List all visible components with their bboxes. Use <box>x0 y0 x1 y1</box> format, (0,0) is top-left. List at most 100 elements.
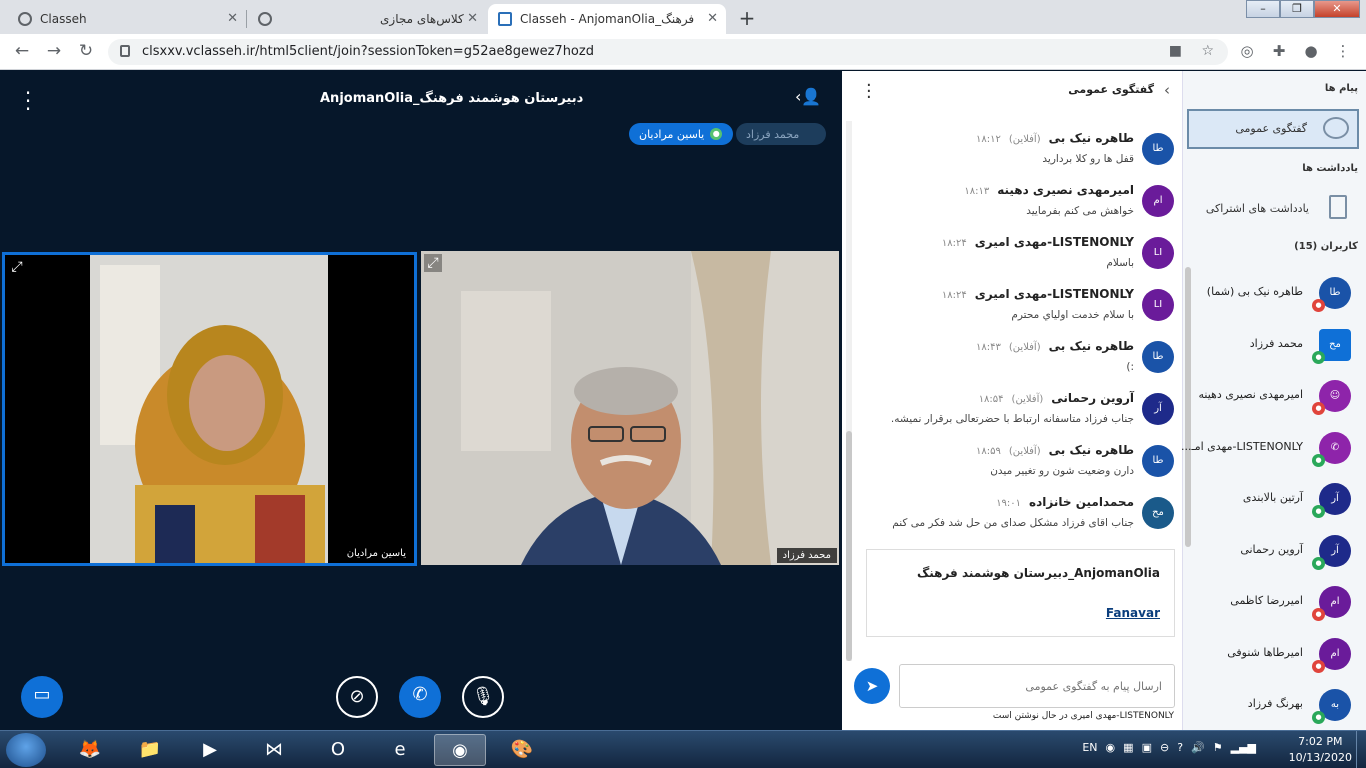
chat-scrollbar-thumb[interactable] <box>846 431 852 661</box>
message-text: :) <box>1126 361 1134 373</box>
fullscreen-icon[interactable]: ⤢ <box>8 258 26 276</box>
chat-message: طا طاهره نیک بی (آفلاین) ۱۸:۴۳:) <box>862 337 1174 387</box>
system-clock[interactable]: 7:02 PM 10/13/2020 <box>1289 734 1352 766</box>
minimize-button[interactable]: – <box>1246 0 1280 18</box>
sender-status: (آفلاین) <box>1008 134 1041 145</box>
user-list-item[interactable]: طا ● طاهره نیک بی (شما) <box>1183 269 1366 317</box>
paint-icon[interactable]: 🎨 <box>496 734 548 766</box>
user-list-toggle-icon[interactable]: ‹👤 <box>795 87 821 106</box>
video-tile-speaker[interactable]: ⤢ یاسین مرادیان <box>2 252 417 566</box>
flag-tray-icon[interactable]: ⚑ <box>1213 741 1223 754</box>
message-text: دارن وضعیت شون رو تغییر میدن <box>990 465 1134 477</box>
sender-status: (آفلاین) <box>1008 342 1041 353</box>
user-list-item[interactable]: آر ● آروین رحمانی <box>1183 527 1366 575</box>
clock-time: 7:02 PM <box>1298 735 1343 748</box>
show-desktop-button[interactable] <box>1356 731 1366 768</box>
media-player-icon[interactable]: ▶ <box>184 734 236 766</box>
file-explorer-icon[interactable]: 📁 <box>124 734 176 766</box>
avatar: ام <box>1142 185 1174 217</box>
close-tab-icon[interactable]: ✕ <box>227 11 238 26</box>
notes-heading: یادداشت ها <box>1302 163 1358 174</box>
send-message-button[interactable]: ➤ <box>854 668 890 704</box>
network-tray-icon[interactable]: ▦ <box>1123 741 1133 754</box>
browser-tab-bar: Classeh ✕ کلاس‌های مجازی ✕ Classeh - Anj… <box>0 0 1366 34</box>
clock-date: 10/13/2020 <box>1288 751 1352 764</box>
extensions-puzzle-icon[interactable]: ✚ <box>1270 42 1288 60</box>
user-list-item[interactable]: آر ● آرتین بالابندی <box>1183 475 1366 523</box>
camera-toggle-button[interactable]: ⊘ <box>336 676 378 718</box>
audio-status-icon: ● <box>1312 505 1325 518</box>
chat-header: · · · گفتگوی عمومی ‹ <box>842 71 1182 111</box>
globe-extension-icon[interactable]: ◎ <box>1238 42 1256 60</box>
public-chat-item[interactable]: گفتگوی عمومی <box>1187 109 1359 149</box>
user-name: طاهره نیک بی (شما) <box>1206 285 1303 298</box>
forward-icon[interactable]: → <box>42 41 66 61</box>
meeting-title: AnjomanOlia_دبیرستان هوشمند فرهنگ <box>320 91 584 106</box>
meeting-main-area: · · · AnjomanOlia_دبیرستان هوشمند فرهنگ ‹👤… <box>0 71 842 730</box>
user-list-item[interactable]: مح ● محمد فرزاد <box>1183 321 1366 369</box>
public-chat-panel: · · · گفتگوی عمومی ‹ طا طاهره نیک بی (آفلاین… <box>842 71 1182 730</box>
close-window-button[interactable]: ✕ <box>1314 0 1360 18</box>
firefox-icon[interactable]: 🦊 <box>64 734 116 766</box>
lock-icon <box>120 45 130 57</box>
chat-title: گفتگوی عمومی <box>1068 83 1154 96</box>
chrome-icon[interactable]: ◉ <box>434 734 486 766</box>
tab-separator <box>246 10 247 28</box>
user-list-item[interactable]: ✆ ● LISTENONLY-مهدی امـ... <box>1181 424 1366 472</box>
new-tab-button[interactable]: + <box>734 6 760 32</box>
message-text: با سلام خدمت اولیاي محترم <box>1011 309 1134 321</box>
leave-audio-button[interactable]: ✆ <box>399 676 441 718</box>
video-tile-teacher[interactable]: ⤢ محمد فرزاد <box>421 251 839 565</box>
close-tab-icon[interactable]: ✕ <box>467 11 478 26</box>
start-button[interactable] <box>6 733 46 767</box>
audio-status-icon: ● <box>1312 299 1325 312</box>
camera-blocked-icon[interactable]: ■ <box>1169 43 1182 59</box>
visual-studio-icon[interactable]: ⋈ <box>248 734 300 766</box>
chevron-left-icon[interactable]: ‹ <box>1164 81 1170 99</box>
fullscreen-icon[interactable]: ⤢ <box>424 254 442 272</box>
signal-tray-icon[interactable]: ▂▄▆ <box>1231 741 1256 754</box>
chrome-tray-icon[interactable]: ◉ <box>1106 741 1116 754</box>
back-icon[interactable]: ← <box>10 41 34 61</box>
user-list-item[interactable]: ام ● امیرطاها شنوفی <box>1183 630 1366 678</box>
options-menu-icon[interactable]: · · · <box>22 83 34 119</box>
chrome-menu-icon[interactable]: ⋮ <box>1334 42 1352 60</box>
tab-classeh-active[interactable]: Classeh - AnjomanOlia_فرهنگ ✕ <box>488 4 726 34</box>
user-list-item[interactable]: به ● بهرنگ فرزاد <box>1183 681 1366 729</box>
chat-message-input-box[interactable] <box>899 664 1175 708</box>
message-time: ۱۸:۵۹ <box>976 446 1001 457</box>
close-tab-icon[interactable]: ✕ <box>707 11 718 26</box>
shared-notes-item[interactable]: یادداشت های اشتراکی <box>1187 189 1359 227</box>
tab-classeh[interactable]: Classeh ✕ <box>8 4 247 34</box>
monitor-tray-icon[interactable]: ▣ <box>1142 741 1152 754</box>
bookmark-star-icon[interactable]: ☆ <box>1201 43 1214 59</box>
chat-message: ام امیرمهدی نصیری دهینه ۱۸:۱۳ خواهش می کنم … <box>862 181 1174 231</box>
tab-title: کلاس‌های مجازی <box>380 12 464 26</box>
user-list-item[interactable]: ☺ ● امیرمهدی نصیری دهینه <box>1183 372 1366 420</box>
opera-icon[interactable]: O <box>312 734 364 766</box>
video-name-label: یاسین مرادیان <box>340 546 412 561</box>
microphone-toggle-button[interactable]: 🎙 <box>462 676 504 718</box>
sender-name-text: آروین رحمانی <box>1051 391 1134 405</box>
volume-icon[interactable]: 🔊 <box>1191 741 1205 754</box>
audio-status-icon: ● <box>1312 608 1325 621</box>
user-list-item[interactable]: ام ● امیررضا کاظمی <box>1183 578 1366 626</box>
internet-explorer-icon[interactable]: e <box>374 734 426 766</box>
classeh-favicon-icon <box>18 12 32 26</box>
tab-virtual-classes[interactable]: کلاس‌های مجازی ✕ <box>248 4 486 34</box>
help-tray-icon[interactable]: ? <box>1177 741 1183 754</box>
welcome-link[interactable]: Fanavar <box>1106 606 1160 620</box>
audio-status-icon: ● <box>1312 350 1325 364</box>
sender-status: (آفلاین) <box>1008 446 1041 457</box>
language-indicator[interactable]: EN <box>1082 741 1097 754</box>
omnibox[interactable]: clsxxv.vclasseh.ir/html5client/join?sess… <box>108 39 1228 65</box>
maximize-button[interactable]: ❐ <box>1280 0 1314 18</box>
chat-options-icon[interactable]: · · · <box>866 77 872 107</box>
message-text: قفل ها رو کلا بردارید <box>1042 153 1134 165</box>
present-screen-button[interactable]: ▭ <box>21 676 63 718</box>
chat-message: آر آروین رحمانی (آفلاین) ۱۸:۵۴ جناب فرزاد مت… <box>862 389 1174 439</box>
reload-icon[interactable]: ↻ <box>74 41 98 61</box>
chat-message-input[interactable] <box>900 665 1174 707</box>
profile-avatar-icon[interactable]: ● <box>1302 42 1320 60</box>
minus-tray-icon[interactable]: ⊖ <box>1160 741 1169 754</box>
